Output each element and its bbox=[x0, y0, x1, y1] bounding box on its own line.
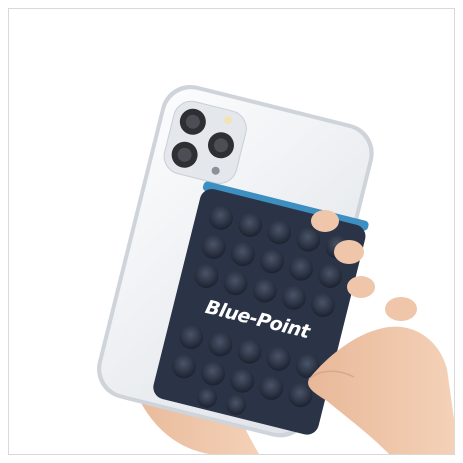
product-photo: Blue-Point bbox=[97, 84, 454, 454]
product-image-frame: Blue-Point bbox=[8, 8, 455, 455]
